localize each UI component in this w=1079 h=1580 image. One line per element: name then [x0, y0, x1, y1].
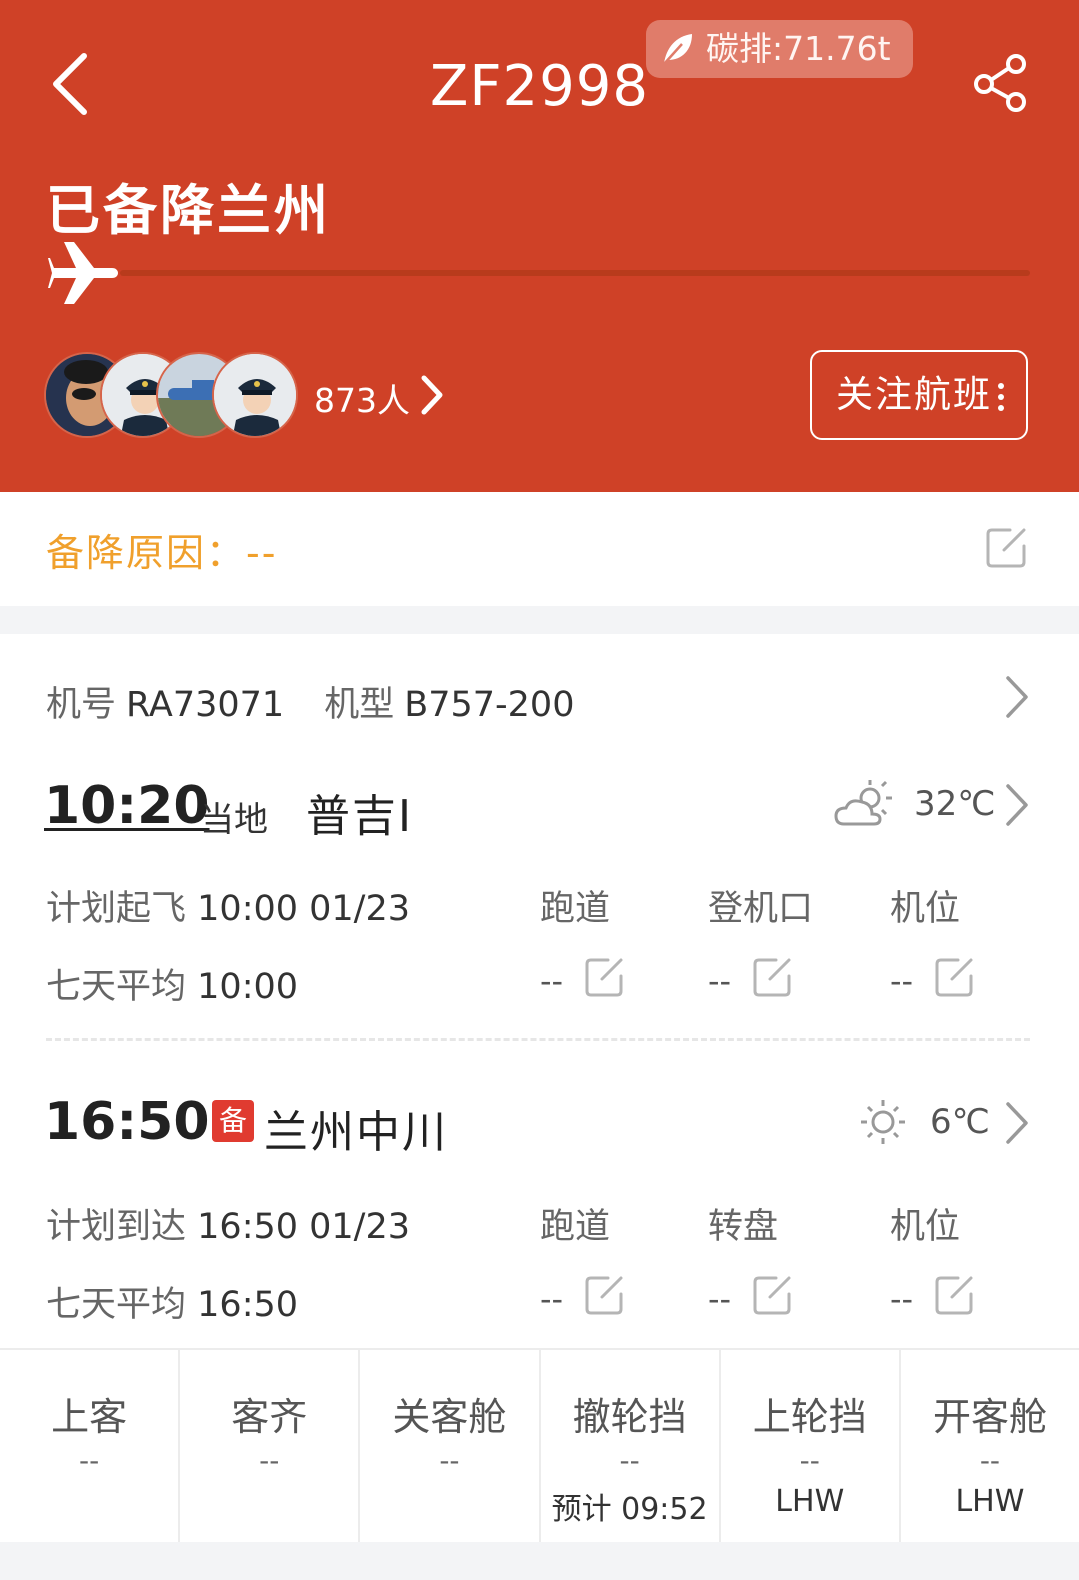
event-boarding: 上客 --: [0, 1350, 181, 1542]
event-name: 关客舱: [392, 1395, 507, 1439]
partly-cloudy-icon: [834, 780, 892, 826]
event-value: --: [78, 1444, 100, 1477]
stand-value: --: [890, 1280, 914, 1318]
follower-count[interactable]: 873人: [314, 374, 410, 422]
edit-icon[interactable]: [584, 1274, 624, 1316]
seven-day-average-label: 七天平均: [46, 1285, 187, 1325]
event-name: 客齐: [231, 1395, 308, 1439]
seven-day-average: 七天平均 16:50: [46, 1276, 298, 1327]
airplane-icon: [48, 242, 118, 304]
event-boarding-complete: 客齐 --: [180, 1350, 361, 1542]
chevron-right-icon[interactable]: [1004, 674, 1030, 720]
event-note: 预计 09:52: [551, 1492, 708, 1527]
carbon-badge[interactable]: 碳排:71.76t: [646, 20, 913, 78]
aircraft-type-label: 机型: [324, 685, 395, 725]
scheduled-arrival: 计划到达 16:50 01/23: [46, 1198, 410, 1249]
gate-value: --: [708, 962, 732, 1000]
edit-icon[interactable]: [934, 956, 974, 998]
flight-progress: [46, 238, 1030, 308]
progress-track: [120, 270, 1030, 276]
event-name: 上客: [51, 1395, 128, 1439]
event-value: --: [799, 1444, 820, 1477]
edit-icon[interactable]: [752, 956, 792, 998]
registration-label: 机号: [46, 685, 117, 725]
follow-button-label: 关注航班: [836, 373, 992, 416]
event-value: --: [259, 1444, 280, 1477]
carousel-value: --: [708, 1280, 732, 1318]
event-value: --: [619, 1444, 640, 1477]
event-value: --: [979, 1444, 1001, 1477]
aircraft-info[interactable]: 机号 RA73071 机型 B757-200: [46, 676, 574, 727]
arrival-airport[interactable]: 兰州中川: [264, 1096, 448, 1160]
chevron-right-icon[interactable]: [416, 372, 446, 418]
avatar: [212, 352, 298, 438]
stand-value: --: [890, 962, 914, 1000]
seven-day-average: 七天平均 10:00: [46, 958, 298, 1009]
follow-flight-button[interactable]: 关注航班: [810, 350, 1028, 440]
flight-header: ZF2998 碳排:71.76t 已备降兰州 873人 关注航班: [0, 0, 1079, 492]
scheduled-departure-value: 10:00 01/23: [197, 889, 411, 929]
event-on-block: 上轮挡 -- LHW: [721, 1350, 901, 1542]
arrival-temperature: 6℃: [930, 1102, 990, 1142]
edit-icon[interactable]: [752, 1274, 792, 1316]
scheduled-arrival-value: 16:50 01/23: [197, 1207, 411, 1247]
event-door-closed: 关客舱 --: [360, 1350, 541, 1542]
stand-label: 机位: [890, 889, 961, 929]
follower-avatars[interactable]: [44, 352, 304, 438]
seven-day-average-value: 10:00: [197, 967, 299, 1007]
carousel-label: 转盘: [708, 1207, 779, 1247]
share-icon[interactable]: [970, 52, 1032, 114]
carbon-text: 碳排:71.76t: [706, 29, 891, 68]
stand-label: 机位: [890, 1207, 961, 1247]
section-divider: [46, 1038, 1030, 1041]
departure-temperature: 32℃: [914, 784, 996, 824]
aircraft-type: B757-200: [404, 685, 575, 725]
event-note: LHW: [955, 1484, 1025, 1519]
edit-icon[interactable]: [584, 956, 624, 998]
scheduled-departure-label: 计划起飞: [46, 889, 187, 929]
seven-day-average-label: 七天平均: [46, 967, 187, 1007]
edit-icon[interactable]: [934, 1274, 974, 1316]
leaf-icon: [663, 34, 692, 65]
registration: RA73071: [126, 685, 285, 725]
event-door-open: 开客舱 -- LHW: [901, 1350, 1079, 1542]
chevron-right-icon[interactable]: [1004, 1100, 1030, 1146]
flight-number: ZF2998: [429, 54, 650, 119]
alternate-badge: 备: [212, 1100, 254, 1142]
runway-label: 跑道: [540, 889, 611, 929]
runway-label: 跑道: [540, 1207, 611, 1247]
event-name: 上轮挡: [752, 1395, 867, 1439]
runway-value: --: [540, 1280, 564, 1318]
scheduled-departure: 计划起飞 10:00 01/23: [46, 880, 410, 931]
ground-events: 上客 -- 客齐 -- 关客舱 -- 撤轮挡 -- 预计 09:52 上轮挡 -…: [0, 1348, 1079, 1542]
flight-status: 已备降兰州: [46, 179, 331, 242]
event-off-block: 撤轮挡 -- 预计 09:52: [541, 1350, 721, 1542]
chevron-right-icon[interactable]: [1004, 782, 1030, 828]
event-value: --: [439, 1444, 460, 1477]
sun-icon: [861, 1100, 905, 1144]
event-name: 撤轮挡: [572, 1395, 687, 1439]
arrival-time: 16:50: [44, 1092, 210, 1152]
flight-detail-card: 机号 RA73071 机型 B757-200 10:20 当地 普吉I 32℃ 计划起…: [0, 634, 1079, 1350]
seven-day-average-value: 16:50: [197, 1285, 299, 1325]
edit-icon[interactable]: [984, 526, 1028, 570]
event-note: LHW: [775, 1484, 845, 1519]
diversion-reason-row: 备降原因：--: [0, 492, 1079, 606]
more-dots-icon: [998, 383, 1004, 411]
scheduled-arrival-label: 计划到达: [46, 1207, 187, 1247]
runway-value: --: [540, 962, 564, 1000]
local-time-label: 当地: [200, 800, 268, 840]
event-name: 开客舱: [932, 1395, 1047, 1439]
departure-airport[interactable]: 普吉I: [306, 780, 413, 844]
diversion-reason: 备降原因：--: [46, 531, 278, 575]
departure-time: 10:20: [44, 776, 210, 836]
gate-label: 登机口: [708, 889, 814, 929]
